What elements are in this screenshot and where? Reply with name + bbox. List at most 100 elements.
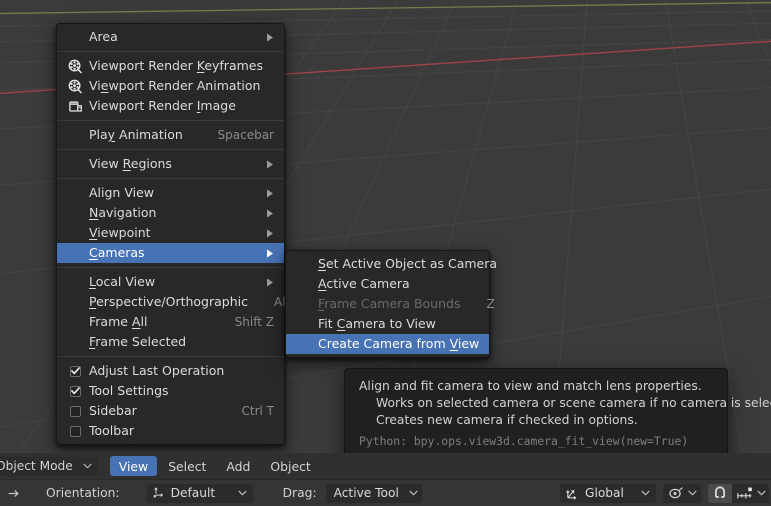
drag-label: Drag: (282, 486, 317, 500)
blank-icon (65, 156, 85, 172)
render-animation-icon (65, 78, 85, 94)
menu-item-adjust-last-operation[interactable]: Adjust Last Operation (57, 361, 284, 381)
menu-item-create-camera-from-view[interactable]: Create Camera from View (286, 334, 489, 354)
checkbox-unchecked-icon[interactable] (65, 403, 85, 419)
blank-icon (65, 314, 85, 330)
menu-item-viewport-render-animation[interactable]: Viewport Render Animation (57, 76, 284, 96)
editor-header: Object Mode View Select Add Object (0, 453, 771, 479)
blank-icon (65, 294, 85, 310)
header-menu-object[interactable]: Object (261, 456, 319, 476)
menu-item-shortcut: Spacebar (217, 128, 274, 142)
menu-item-play-animation[interactable]: Play Animation Spacebar (57, 125, 284, 145)
menu-item-label: Area (89, 29, 118, 44)
blank-icon (65, 185, 85, 201)
tooltip-python-label: Python: (359, 434, 408, 448)
header-menu-view[interactable]: View (109, 456, 158, 476)
menu-item-frame-selected[interactable]: Frame Selected (57, 332, 284, 352)
menu-item-label: Navigation (89, 205, 157, 220)
blank-icon (294, 296, 314, 312)
snap-increment-icon (736, 486, 754, 501)
orientation-dropdown[interactable]: Default (146, 483, 253, 503)
menu-item-label: Frame Selected (89, 334, 187, 349)
submenu-arrow-icon (260, 249, 274, 258)
menu-item-toolbar[interactable]: Toolbar (57, 421, 284, 441)
tooltip-line-3: Creates new camera if checked in options… (376, 413, 638, 427)
blank-icon (294, 256, 314, 272)
menu-item-align-view[interactable]: Align View (57, 183, 284, 203)
menu-item-area[interactable]: Area (57, 27, 284, 47)
tooltip-popup: Align and fit camera to view and match l… (344, 368, 771, 461)
submenu-arrow-icon (260, 160, 274, 169)
render-animation-icon (65, 58, 85, 74)
submenu-arrow-icon (260, 209, 274, 218)
submenu-arrow-icon (260, 33, 274, 42)
chevron-down-icon (83, 463, 92, 469)
header-menu-select[interactable]: Select (159, 456, 215, 476)
menu-item-label: Set Active Object as Camera (318, 256, 498, 271)
tooltip-python-line: Python: bpy.ops.view3d.camera_fit_view(n… (359, 433, 713, 450)
blank-icon (65, 274, 85, 290)
menu-item-label: Viewpoint (89, 225, 151, 240)
checkbox-checked-icon[interactable] (65, 383, 85, 399)
menu-separator (57, 178, 284, 179)
render-still-icon (65, 98, 85, 114)
menu-item-viewport-render-image[interactable]: Viewport Render Image (57, 96, 284, 116)
snap-with-dropdown[interactable]: Global (560, 483, 656, 503)
menu-item-cameras[interactable]: Cameras (57, 243, 284, 263)
menu-item-fit-camera-to-view[interactable]: Fit Camera to View (286, 314, 489, 334)
chevron-down-icon (688, 490, 697, 496)
mode-selector-label: Object Mode (0, 459, 73, 473)
menu-item-viewpoint[interactable]: Viewpoint (57, 223, 284, 243)
chevron-down-icon (399, 490, 418, 496)
menu-item-set-active-object-as-camera[interactable]: Set Active Object as Camera (286, 254, 497, 274)
checkbox-checked-icon[interactable] (65, 363, 85, 379)
snap-to-dropdown[interactable] (732, 483, 769, 503)
menu-item-label: Adjust Last Operation (89, 363, 225, 378)
menu-separator (57, 51, 284, 52)
menu-item-navigation[interactable]: Navigation (57, 203, 284, 223)
menu-item-local-view[interactable]: Local View (57, 272, 284, 292)
chevron-down-icon (631, 490, 650, 496)
blank-icon (65, 245, 85, 261)
proportional-editing-dropdown[interactable] (663, 483, 701, 503)
menu-item-active-camera[interactable]: Active Camera (286, 274, 489, 294)
menu-item-label: Tool Settings (89, 383, 169, 398)
blank-icon (294, 316, 314, 332)
blank-icon (65, 225, 85, 241)
menu-item-tool-settings[interactable]: Tool Settings (57, 381, 284, 401)
menu-item-viewport-render-keyframes[interactable]: Viewport Render Keyframes (57, 56, 284, 76)
header-menu-add[interactable]: Add (217, 456, 259, 476)
tool-settings-bar: Orientation: Default Drag: Active Tool G… (0, 479, 771, 506)
menu-item-perspective-orthographic[interactable]: Perspective/Orthographic Alt ` (57, 292, 300, 312)
menu-item-frame-camera-bounds: Frame Camera Bounds Z (286, 294, 495, 314)
blank-icon (65, 334, 85, 350)
menu-item-label: Viewport Render Keyframes (89, 58, 263, 73)
submenu-arrow-icon (260, 189, 274, 198)
menu-item-label: Viewport Render Animation (89, 78, 261, 93)
view-menu-popup[interactable]: Area Viewport Render Keyframes Viewport … (56, 23, 300, 445)
menu-item-frame-all[interactable]: Frame All Shift Z (57, 312, 284, 332)
mode-selector-dropdown[interactable]: Object Mode (0, 456, 98, 476)
drag-dropdown[interactable]: Active Tool (325, 483, 422, 503)
orientation-value: Default (170, 486, 216, 500)
snapping-control-group[interactable] (708, 483, 769, 503)
menu-separator (57, 356, 284, 357)
blank-icon (65, 29, 85, 45)
blender-window: Area Viewport Render Keyframes Viewport … (0, 0, 771, 506)
snap-with-value: Global (585, 486, 624, 500)
menu-item-view-regions[interactable]: View Regions (57, 154, 284, 174)
menu-item-label: Toolbar (89, 423, 135, 438)
menu-item-shortcut: Ctrl T (241, 404, 275, 418)
global-orientation-icon (565, 486, 580, 501)
snap-magnet-icon[interactable] (708, 483, 732, 503)
tooltip-python-code: bpy.ops.view3d.camera_fit_view(new=True) (413, 434, 689, 448)
expand-arrow-icon[interactable] (6, 489, 24, 498)
checkbox-unchecked-icon[interactable] (65, 423, 85, 439)
menu-item-sidebar[interactable]: Sidebar Ctrl T (57, 401, 284, 421)
menu-item-label: Sidebar (89, 403, 137, 418)
orientation-label: Orientation: (46, 486, 120, 500)
tooltip-line-1: Align and fit camera to view and match l… (359, 379, 702, 393)
menu-separator (57, 120, 284, 121)
cameras-submenu-popup[interactable]: Set Active Object as Camera Active Camer… (285, 250, 497, 358)
menu-item-label: Frame Camera Bounds (318, 296, 461, 311)
